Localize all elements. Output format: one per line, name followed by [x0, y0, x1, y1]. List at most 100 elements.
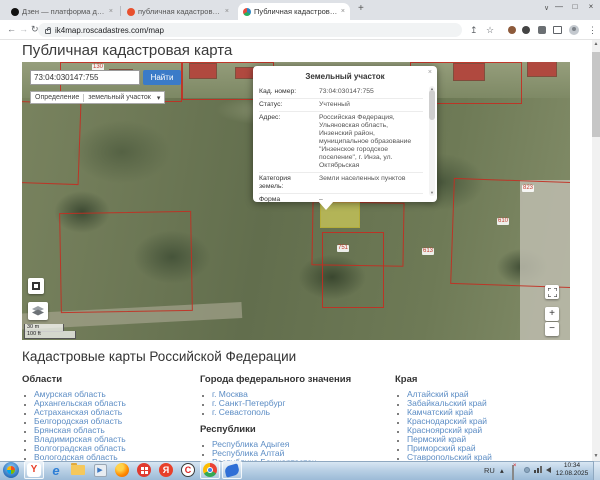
taskbar-internet-explorer[interactable]: e	[48, 462, 64, 478]
browser-tab-strip: Дзен — платформа для прос... × публичная…	[0, 0, 600, 20]
folder-icon	[71, 463, 85, 475]
window-maximize-button[interactable]: □	[568, 2, 582, 11]
clock-time: 10:34	[563, 462, 581, 469]
taskbar-firefox[interactable]	[114, 462, 130, 478]
show-desktop-button[interactable]	[593, 461, 600, 480]
popup-scrollbar-thumb[interactable]	[429, 90, 435, 120]
tab-pkk-active[interactable]: Публичная кадастровая карта ×	[238, 3, 350, 20]
extension-icon[interactable]	[508, 26, 516, 34]
url-text: ik4map.roscadastres.com/map	[55, 25, 164, 35]
clock-date: 12.08.2025	[555, 470, 589, 477]
popup-row: Статус: Учтенный	[259, 99, 423, 112]
plus-icon: +	[549, 308, 555, 319]
cadastral-parcel-outline[interactable]	[59, 210, 193, 314]
cadastral-parcel-outline[interactable]	[22, 100, 82, 186]
field-label: Форма собственности:	[259, 196, 281, 202]
yandex-icon: Я	[159, 463, 173, 477]
tab-close-icon[interactable]: ×	[341, 8, 345, 15]
speaker-icon[interactable]	[546, 467, 551, 473]
popup-title: Земельный участок	[305, 72, 385, 81]
taskbar-media-player[interactable]: ▶	[92, 462, 108, 478]
minus-icon: −	[549, 323, 555, 334]
map-canvas[interactable]: 130 751 613 610 823 Найти Определение зе…	[22, 62, 570, 340]
parcel-number-label: 613	[422, 248, 435, 255]
address-bar[interactable]: ik4map.roscadastres.com/map	[38, 23, 462, 37]
popup-close-icon[interactable]: ×	[428, 69, 432, 76]
network-icon[interactable]	[534, 466, 542, 473]
window-minimize-button[interactable]: —	[552, 2, 566, 11]
cadastral-parcel-outline[interactable]	[450, 177, 570, 289]
region-link[interactable]: г. Севастополь	[212, 408, 285, 417]
field-value: Земли населенных пунктов	[319, 175, 406, 182]
filter-value[interactable]: земельный участок ▾	[83, 93, 164, 102]
page-scrollbar-thumb[interactable]	[592, 52, 600, 137]
language-indicator[interactable]: RU	[484, 466, 495, 475]
tray-app-icon[interactable]	[524, 467, 530, 473]
tab-title: Публичная кадастровая карта	[254, 7, 338, 16]
taskbar	[0, 461, 600, 480]
field-label: Категория земель:	[259, 175, 291, 190]
chrome-icon	[203, 463, 217, 477]
popup-row: Форма собственности: –	[259, 194, 423, 202]
tab-search-chevron-icon[interactable]: ∨	[544, 4, 549, 12]
menu-dots-icon[interactable]: ⋮	[588, 25, 597, 36]
region-list-goroda: г. Москва г. Санкт-Петербург г. Севастоп…	[200, 390, 285, 417]
taskbar-chrome[interactable]	[202, 462, 218, 478]
zoom-in-button[interactable]: +	[545, 307, 559, 321]
taskbar-file-explorer[interactable]	[70, 462, 86, 478]
c-app-icon: C	[181, 463, 195, 477]
scroll-down-icon[interactable]: ▼	[592, 453, 600, 459]
profile-avatar[interactable]	[569, 25, 579, 35]
internet-explorer-icon: e	[52, 462, 60, 478]
start-button[interactable]	[3, 462, 19, 478]
zoom-out-button[interactable]: −	[545, 322, 559, 336]
forward-icon[interactable]: →	[19, 24, 28, 34]
layers-button[interactable]	[28, 302, 48, 320]
popup-body: Кад. номер: 73:04:030147:755 Статус: Учт…	[259, 86, 423, 202]
taskbar-c-app[interactable]: C	[180, 462, 196, 478]
field-label: Статус:	[259, 101, 283, 108]
share-icon[interactable]: ↥	[470, 25, 478, 36]
taskbar-yandex-browser[interactable]: Y	[26, 462, 42, 478]
new-tab-button[interactable]: +	[358, 3, 364, 14]
taskbar-yandex-app[interactable]: Я	[158, 462, 174, 478]
field-label: Кад. номер:	[259, 88, 297, 95]
object-type-select[interactable]: Определение земельный участок ▾	[30, 91, 166, 104]
hidden-icons-chevron-icon[interactable]: ▴	[500, 466, 504, 475]
scroll-down-icon[interactable]: ▼	[429, 190, 435, 195]
taskbar-red-grid-app[interactable]	[136, 462, 152, 478]
sidebar-icon[interactable]	[553, 26, 562, 34]
extension-icon[interactable]	[522, 26, 530, 34]
scroll-up-icon[interactable]: ▲	[429, 86, 435, 91]
extent-tool-button[interactable]	[28, 278, 44, 294]
tab-close-icon[interactable]: ×	[225, 8, 229, 15]
column-title-oblasti: Области	[22, 374, 63, 385]
filter-label: Определение	[35, 94, 80, 101]
taskbar-blue-app[interactable]	[223, 462, 241, 478]
window-close-button[interactable]: ×	[584, 2, 598, 11]
yandex-browser-icon: Y	[27, 463, 41, 477]
action-center-flag-icon[interactable]	[512, 465, 514, 480]
chevron-down-icon: ▾	[156, 94, 161, 102]
find-button[interactable]: Найти	[143, 70, 181, 85]
extensions-puzzle-icon[interactable]	[538, 26, 546, 34]
parcel-number-label: 610	[497, 218, 510, 225]
filter-value-text: земельный участок	[88, 94, 151, 101]
cadastral-search-input[interactable]	[30, 70, 140, 85]
region-list-oblasti: Амурская область Архангельская область А…	[22, 390, 126, 462]
layers-icon	[32, 305, 44, 315]
tab-pkk-old[interactable]: публичная кадастровая карта - ×	[122, 3, 234, 20]
tab-close-icon[interactable]: ×	[109, 8, 113, 15]
bookmark-star-icon[interactable]: ☆	[486, 25, 494, 36]
tray-clock[interactable]: 10:34 12.08.2025	[552, 462, 592, 478]
region-list-kraya: Алтайский край Забайкальский край Камчат…	[395, 390, 492, 462]
back-icon[interactable]: ←	[7, 24, 16, 34]
popup-row: Адрес: Российская Федерация, Ульяновская…	[259, 112, 423, 173]
fullscreen-button[interactable]	[545, 285, 559, 299]
tab-dzen[interactable]: Дзен — платформа для прос... ×	[6, 3, 118, 20]
media-player-icon: ▶	[93, 463, 107, 477]
scroll-up-icon[interactable]: ▲	[592, 41, 600, 47]
cadastral-parcel-outline[interactable]	[322, 232, 384, 308]
field-value: Российская Федерация, Ульяновская област…	[319, 114, 412, 169]
lock-icon	[45, 26, 51, 34]
